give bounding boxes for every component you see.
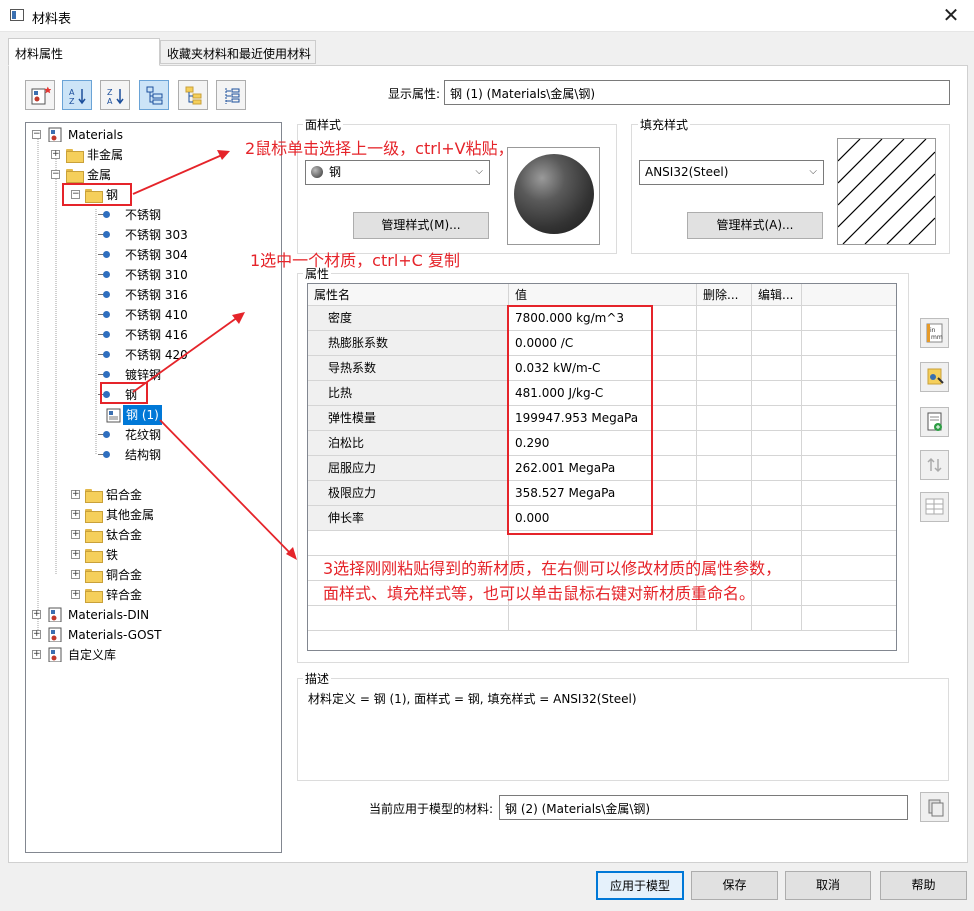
- annotation-step1: 1选中一个材质，ctrl+C 复制: [250, 251, 460, 270]
- annotation-step3-line1: 3选择刚刚粘贴得到的新材质，在右侧可以修改材质的属性参数，: [323, 559, 782, 578]
- tab-material-properties[interactable]: 材料属性: [8, 38, 160, 66]
- annotation-step2: 2鼠标单击选择上一级，ctrl+V粘贴，: [245, 139, 514, 158]
- annotation-step3-line2: 面样式、填充样式等，也可以单击鼠标右键对新材质重命名。: [323, 584, 756, 603]
